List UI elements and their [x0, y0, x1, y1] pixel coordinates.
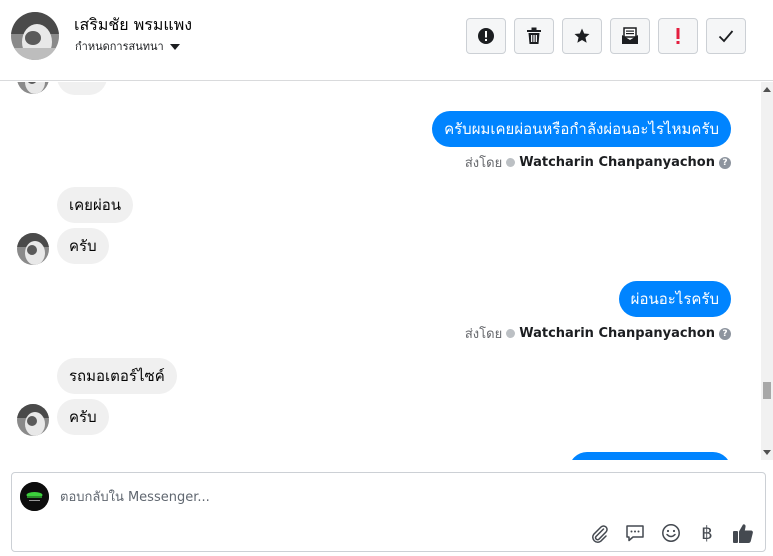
contact-avatar[interactable] [11, 12, 59, 60]
verified-check-icon [506, 158, 516, 167]
assign-conversation-dropdown[interactable]: กำหนดการสนทนา [75, 37, 180, 55]
message-bubble-outgoing-partial[interactable] [569, 452, 731, 460]
scroll-down-arrow-icon[interactable] [763, 450, 771, 455]
attachment-icon[interactable] [587, 521, 611, 545]
payment-icon[interactable]: ฿ [695, 521, 719, 545]
message-bubble-incoming[interactable]: ครับ [57, 228, 109, 264]
message-bubble-incoming[interactable]: ครับ [57, 399, 109, 435]
delete-button[interactable] [514, 18, 554, 54]
sent-by-label: ส่งโดย [464, 327, 503, 342]
contact-avatar-small[interactable] [17, 233, 49, 265]
star-icon [574, 28, 590, 43]
trash-icon [527, 27, 541, 44]
scroll-up-arrow-icon[interactable] [763, 87, 771, 92]
page-avatar [20, 482, 49, 511]
spam-button[interactable] [466, 18, 506, 54]
envelope-icon [622, 27, 638, 44]
contact-avatar-small[interactable] [17, 404, 49, 436]
star-button[interactable] [562, 18, 602, 54]
sender-name[interactable]: Watcharin Chanpanyachon [519, 155, 715, 170]
message-bubble-incoming[interactable]: รถมอเตอร์ไซค์ [57, 358, 177, 394]
reply-input[interactable] [60, 486, 580, 508]
help-icon[interactable]: ? [719, 156, 731, 169]
caret-down-icon [169, 43, 180, 50]
assign-label: กำหนดการสนทนา [75, 40, 164, 53]
emoji-icon[interactable] [659, 521, 683, 545]
conversation-header: เสริมชัย พรมแพง กำหนดการสนทนา [0, 0, 773, 81]
message-bubble-outgoing[interactable]: ครับผมเคยผ่อนหรือกำลังผ่อนอะไรไหมครับ [432, 111, 731, 147]
contact-avatar-small [17, 82, 49, 94]
checkmark-icon [718, 30, 734, 43]
message-bubble-incoming-partial [57, 82, 107, 95]
mark-unread-button[interactable] [610, 18, 650, 54]
thread-scrollbar[interactable] [761, 82, 773, 460]
sent-by-line: ส่งโดย Watcharin Chanpanyachon ? [465, 323, 731, 344]
verified-check-icon [506, 329, 516, 338]
important-button[interactable] [658, 18, 698, 54]
message-thread[interactable]: ครับผมเคยผ่อนหรือกำลังผ่อนอะไรไหมครับ ส่… [0, 82, 773, 460]
done-button[interactable] [706, 18, 746, 54]
alert-circle-icon [478, 28, 494, 44]
exclamation-icon [676, 28, 680, 44]
message-bubble-incoming[interactable]: เคยผ่อน [57, 187, 134, 223]
thumbs-up-icon[interactable] [731, 521, 755, 545]
sent-by-label: ส่งโดย [464, 156, 503, 171]
message-bubble-outgoing[interactable]: ผ่อนอะไรครับ [618, 281, 731, 317]
sent-by-line: ส่งโดย Watcharin Chanpanyachon ? [465, 152, 731, 173]
reply-composer: ฿ [11, 472, 766, 552]
sender-name[interactable]: Watcharin Chanpanyachon [519, 326, 715, 341]
contact-name[interactable]: เสริมชัย พรมแพง [74, 13, 192, 38]
saved-replies-icon[interactable] [623, 521, 647, 545]
help-icon[interactable]: ? [719, 327, 731, 340]
scroll-thumb[interactable] [763, 382, 771, 399]
